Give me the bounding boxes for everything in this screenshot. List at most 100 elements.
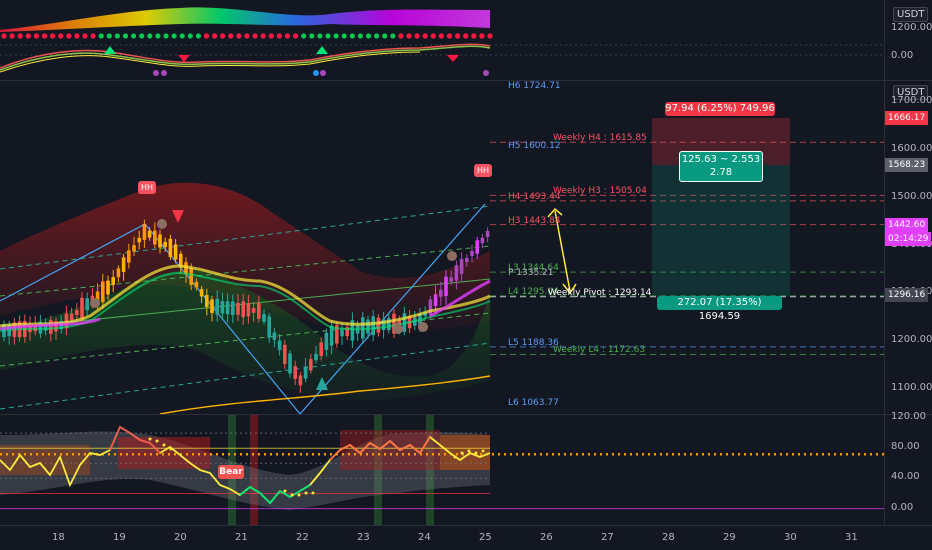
oscillator-pane[interactable]: Bear: [0, 415, 884, 525]
signal-dot: [212, 33, 218, 39]
signal-dot: [406, 33, 412, 39]
signal-dot: [325, 33, 331, 39]
signal-dot: [487, 33, 493, 39]
signal-dot: [147, 33, 153, 39]
hh-marker: HH: [474, 164, 492, 177]
target-label[interactable]: 97.94 (6.25%) 749.96: [665, 102, 775, 116]
top-indicator-pane[interactable]: [0, 0, 884, 80]
bear-emoji-icon: [447, 251, 457, 261]
time-tick: 30: [784, 532, 797, 543]
signal-dot: [390, 33, 396, 39]
signal-dot: [50, 33, 56, 39]
time-tick: 22: [296, 532, 309, 543]
signal-dot: [41, 33, 48, 39]
price-label[interactable]: 02:14:29: [885, 232, 932, 247]
signal-dot: [33, 33, 40, 39]
signal-dots-row: [1, 33, 493, 39]
time-axis[interactable]: 18 19 20 21 22 23 24 25 26 27 28 29 30 31: [0, 526, 932, 550]
signal-dot: [455, 33, 461, 39]
pivot-level-label: Weekly H3 : 1505.04: [553, 186, 647, 197]
risk-reward-ratio: 125.63 ~ 2.553: [681, 154, 761, 165]
price-label[interactable]: 1442.60: [885, 218, 929, 233]
oscillator-svg: [0, 415, 884, 525]
top-price-axis[interactable]: USDT 1200.00 0.00: [884, 0, 932, 80]
signal-dot: [106, 33, 112, 39]
currency-badge[interactable]: USDT: [893, 7, 929, 22]
signal-dot: [153, 70, 159, 76]
overbought-zone: [440, 435, 490, 470]
buy-signal-triangle: [104, 46, 116, 54]
signal-dot: [414, 33, 420, 39]
signal-dot: [341, 33, 347, 39]
signal-dot: [9, 33, 15, 39]
axis-tick: 0.00: [891, 501, 914, 513]
price-label[interactable]: 1568.23: [885, 158, 929, 173]
risk-reward-value: 2.78: [709, 167, 733, 178]
time-tick: 25: [479, 532, 492, 543]
signal-dot: [260, 33, 266, 39]
pivot-level-label: Weekly H4 : 1615.85: [553, 133, 647, 144]
axis-tick: 1200.00: [891, 334, 932, 346]
signal-dot: [163, 33, 169, 39]
signal-dot: [58, 33, 64, 39]
stop-label[interactable]: 272.07 (17.35%) 1694.59: [657, 296, 782, 322]
axis-tick: 1600.00: [891, 142, 932, 154]
signal-dot: [357, 33, 363, 39]
stop-zone: [652, 165, 790, 296]
signal-dot: [252, 33, 258, 39]
hh-marker: HH: [138, 181, 156, 194]
signal-dot: [98, 33, 104, 39]
signal-dot: [276, 33, 282, 39]
signal-dot: [244, 33, 250, 39]
bear-emoji-icon: [418, 322, 428, 332]
time-tick: 21: [235, 532, 248, 543]
oscillator-axis[interactable]: 120.00 80.00 40.00 0.00: [884, 411, 932, 525]
bear-signal-label: Bear: [218, 465, 244, 479]
main-price-axis[interactable]: USDT 1700.001600.001500.001400.001300.00…: [884, 81, 932, 414]
price-label[interactable]: 1296.16: [885, 288, 929, 303]
main-chart-svg: [0, 118, 884, 415]
signal-dot: [195, 33, 201, 39]
signal-dot: [114, 33, 120, 39]
signal-dot: [479, 33, 485, 39]
pivot-level-label: L6 1063.77: [508, 397, 559, 408]
signal-dot: [66, 33, 72, 39]
time-tick: 24: [418, 532, 431, 543]
signal-dot: [17, 33, 23, 39]
bear-emoji-icon: [157, 219, 167, 229]
axis-tick: 1700.00: [891, 95, 932, 106]
time-tick: 23: [357, 532, 370, 543]
risk-reward-box[interactable]: 125.63 ~ 2.553 2.78: [679, 151, 763, 182]
rainbow-ribbon: [0, 7, 490, 32]
signal-dot: [236, 33, 242, 39]
signal-dot: [228, 33, 234, 39]
signal-dot: [268, 33, 274, 39]
sell-signal-triangle: [447, 55, 459, 62]
time-tick: 28: [662, 532, 675, 543]
signal-dot: [313, 70, 319, 76]
main-chart-pane[interactable]: HH HH H6 1724.71 H5 1600.12 Weekly H4 : 16…: [0, 81, 884, 415]
price-label[interactable]: 1666.17: [885, 111, 929, 126]
time-tick: 29: [723, 532, 736, 543]
axis-tick: 1500.00: [891, 190, 932, 202]
signal-dot: [382, 33, 388, 39]
signal-dot: [349, 33, 355, 39]
signal-dot: [74, 33, 80, 39]
pivot-level-label: P 1335.21: [508, 267, 554, 278]
signal-dot: [317, 33, 323, 39]
signal-dot: [398, 33, 404, 39]
signal-dot: [171, 33, 177, 39]
pivot-level-label: Weekly Pivot : 1293.14: [548, 287, 652, 298]
signal-dot: [471, 33, 477, 39]
signal-dot: [122, 33, 129, 39]
time-tick: 18: [52, 532, 65, 543]
signal-dot: [365, 33, 372, 39]
oscillator-line-green: [0, 45, 491, 71]
signal-dot: [333, 33, 339, 39]
axis-tick: 120.00: [891, 411, 926, 422]
signal-dot: [131, 33, 137, 39]
axis-tick: 1100.00: [891, 382, 932, 394]
signal-dot: [25, 33, 31, 39]
time-tick: 31: [845, 532, 858, 543]
pivot-level-label: H3 1443.84: [508, 215, 561, 226]
